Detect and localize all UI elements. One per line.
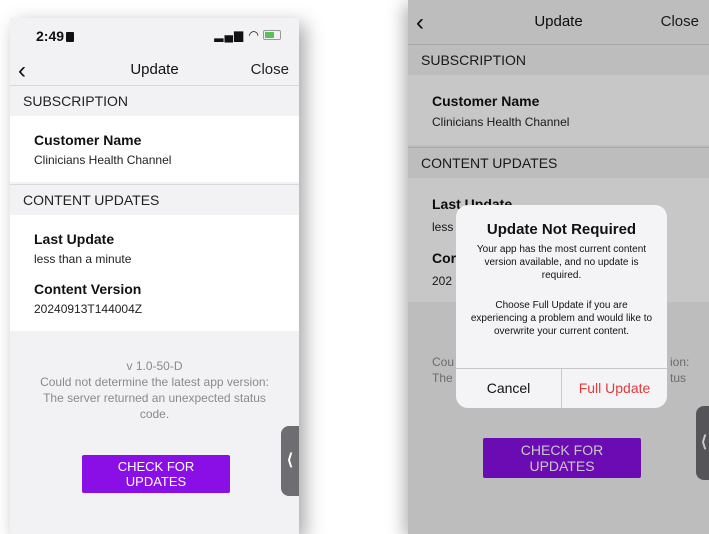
signal-wifi-icon: ▂▄▆ ◠: [214, 28, 260, 42]
full-update-button[interactable]: Full Update: [562, 368, 667, 408]
subscription-section: Customer Name Clinicians Health Channel: [10, 116, 299, 182]
side-tab-handle[interactable]: ⟨: [281, 426, 299, 496]
content-updates-section: Last Update less than a minute Content V…: [10, 215, 299, 331]
alert-title: Update Not Required: [486, 221, 637, 238]
error-line-2: The server returned an unexpected status: [43, 391, 266, 405]
error-line-1: Could not determine the latest app versi…: [40, 375, 269, 389]
close-button[interactable]: Close: [251, 61, 289, 78]
left-phone-screen: 2:49 ▂▄▆ ◠ ‹ Update Close SUBSCRIPTION C…: [10, 18, 299, 534]
content-updates-header: CONTENT UPDATES: [10, 184, 299, 216]
last-update-label: Last Update: [34, 231, 115, 247]
content-version-value: 20240913T144004Z: [34, 302, 143, 316]
error-line-3: code.: [139, 407, 170, 421]
battery-icon: [263, 30, 281, 40]
customer-name-label: Customer Name: [34, 132, 142, 148]
last-update-value: less than a minute: [34, 252, 132, 266]
check-for-updates-button[interactable]: CHECK FOR UPDATES: [82, 455, 230, 493]
status-time: 2:49: [36, 28, 75, 44]
status-bar: 2:49 ▂▄▆ ◠: [10, 18, 299, 52]
cancel-button[interactable]: Cancel: [456, 368, 561, 408]
content-version-label: Content Version: [34, 281, 142, 297]
status-icons: ▂▄▆ ◠: [214, 28, 281, 42]
alert-message-secondary: Choose Full Update if you are experienci…: [470, 300, 653, 337]
app-version-info: v 1.0-50-D Could not determine the lates…: [10, 358, 299, 422]
alert-message: Your app has the most current content ve…: [476, 244, 647, 281]
update-alert-dialog: Update Not Required Your app has the mos…: [456, 205, 667, 408]
version-text: v 1.0-50-D: [126, 359, 183, 373]
nav-bar: ‹ Update Close: [10, 54, 299, 88]
customer-name-value: Clinicians Health Channel: [34, 153, 172, 167]
right-phone-screen: ‹ Update Close SUBSCRIPTION Customer Nam…: [408, 0, 709, 534]
subscription-header: SUBSCRIPTION: [10, 85, 299, 117]
